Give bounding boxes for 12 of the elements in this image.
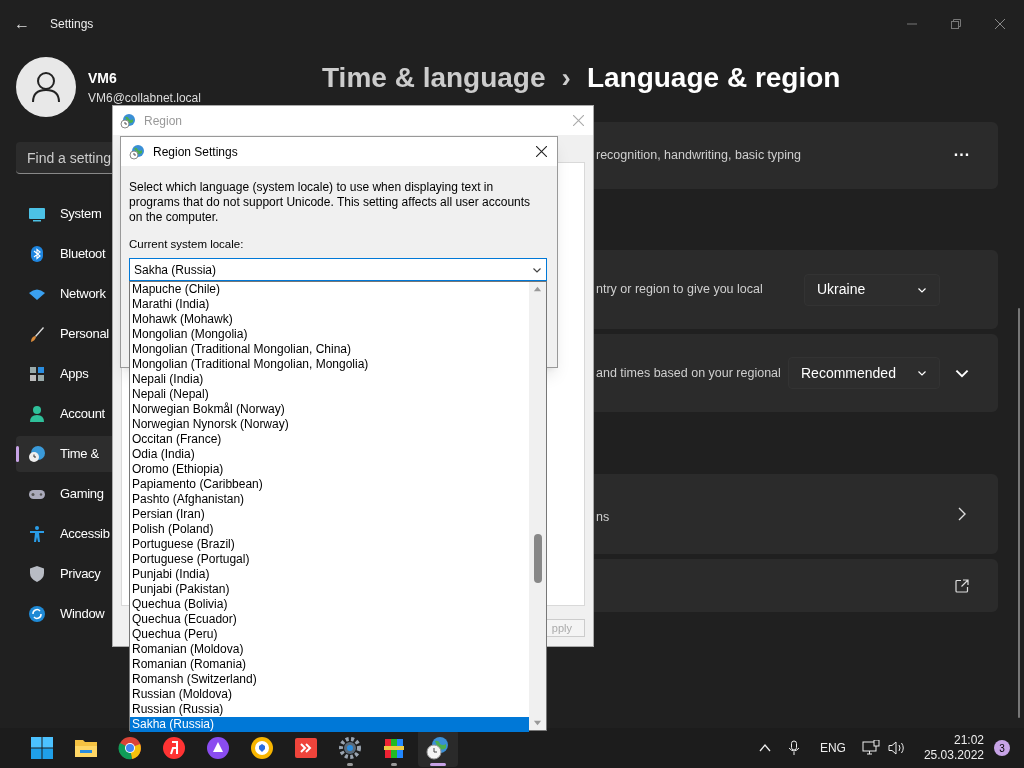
dialog-title: Region — [144, 112, 183, 130]
card-description: recognition, handwriting, basic typing — [596, 147, 801, 165]
card-description: ns — [596, 508, 610, 526]
card-description: and times based on your regional — [596, 364, 781, 382]
card-description: ntry or region to give you local — [596, 281, 763, 299]
window-title: Settings — [50, 16, 94, 33]
user-email: VM6@collabnet.local — [88, 89, 201, 107]
breadcrumb-separator: › — [561, 61, 571, 95]
page-title: Language & region — [586, 61, 841, 95]
dialog-title: Region Settings — [153, 143, 238, 161]
user-name: VM6 — [88, 68, 118, 88]
field-label: Current system locale: — [129, 237, 245, 252]
